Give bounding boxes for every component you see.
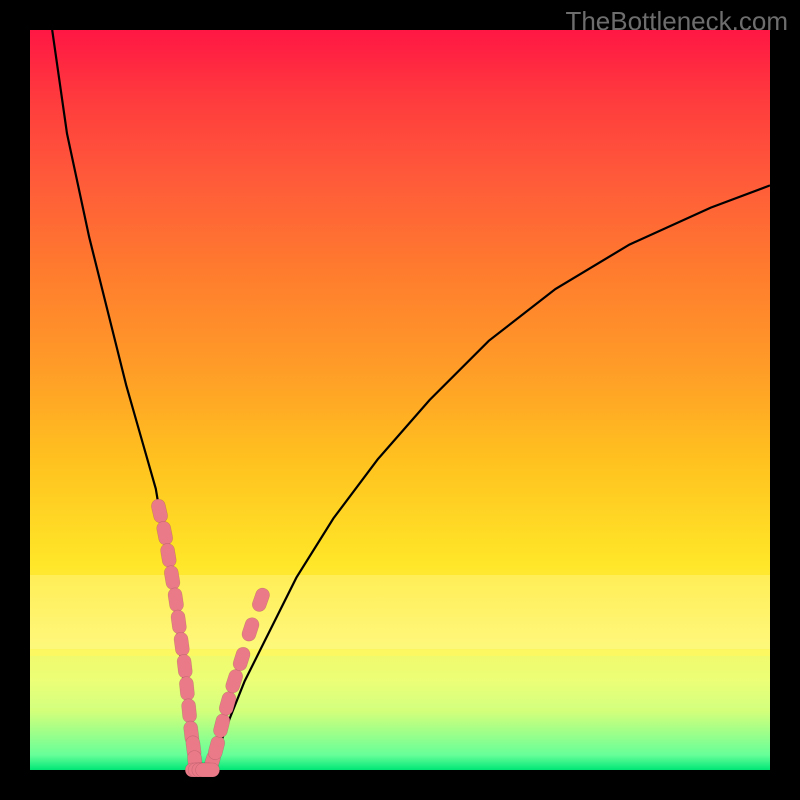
chart-container: TheBottleneck.com bbox=[0, 0, 800, 800]
curve-right bbox=[211, 185, 770, 770]
curve-left bbox=[52, 30, 194, 770]
chart-svg bbox=[30, 30, 770, 770]
plot-area bbox=[30, 30, 770, 770]
markers-valley bbox=[185, 763, 219, 777]
markers-left bbox=[150, 498, 203, 776]
markers-right bbox=[202, 586, 272, 776]
